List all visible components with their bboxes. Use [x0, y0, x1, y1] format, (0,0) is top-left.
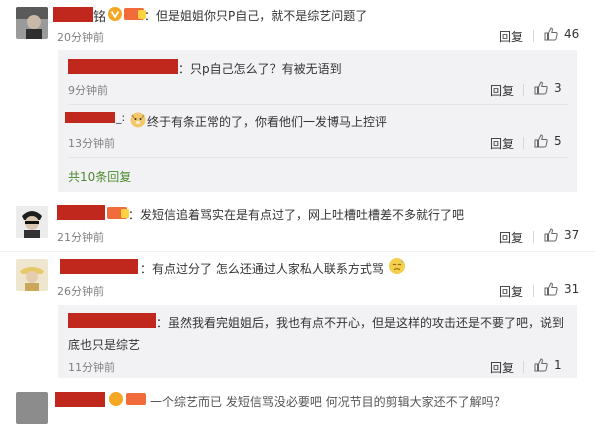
like-button[interactable]: 37: [544, 228, 579, 242]
thumbs-up-icon: [534, 81, 548, 95]
reply-text: 终于有条正常的了，你看他们一发博马上控评: [147, 115, 388, 129]
comment-time: 26分钟前: [57, 285, 104, 298]
like-count: 3: [554, 81, 562, 95]
reply-button[interactable]: 回复: [499, 283, 523, 300]
comment-text: ：发短信追着骂实在是有点过了，网上吐槽吐槽差不多就行了吧: [128, 208, 465, 222]
username-suffix[interactable]: _:: [116, 111, 125, 124]
divider: [523, 361, 524, 373]
comment-time: 20分钟前: [57, 31, 104, 44]
like-button[interactable]: 1: [534, 358, 562, 372]
more-replies-link[interactable]: 共10条回复: [68, 168, 131, 185]
thumbs-up-icon: [544, 27, 558, 41]
divider: [533, 231, 534, 243]
username-redacted[interactable]: [57, 205, 105, 220]
divider: [0, 251, 595, 252]
verified-v-icon: [108, 7, 122, 24]
username-redacted[interactable]: [60, 259, 138, 274]
username-suffix[interactable]: 铭: [93, 6, 106, 25]
like-button[interactable]: 3: [534, 81, 562, 95]
like-count: 37: [564, 228, 580, 242]
doge-emoji-icon: [130, 112, 146, 131]
username-redacted[interactable]: [65, 112, 115, 123]
like-count: 1: [554, 358, 562, 372]
comment-text: ：但是姐姐你只P自己，就不是综艺问题了: [144, 9, 368, 23]
divider: [68, 157, 568, 158]
like-count: 46: [564, 27, 580, 41]
like-button[interactable]: 46: [544, 27, 579, 41]
thumbs-up-icon: [544, 282, 558, 296]
comment-text: ：有点过分了 怎么还通过人家私人联系方式骂: [140, 262, 384, 276]
reply-time: 9分钟前: [68, 84, 108, 97]
member-badge-icon: [126, 392, 148, 409]
reply-button[interactable]: 回复: [499, 28, 523, 45]
divider: [68, 104, 568, 105]
reply-button[interactable]: 回复: [490, 135, 514, 152]
divider: [523, 84, 524, 96]
sweat-emoji-icon: [388, 257, 406, 278]
reply-button[interactable]: 回复: [490, 82, 514, 99]
avatar[interactable]: [16, 392, 48, 424]
avatar[interactable]: [16, 206, 48, 238]
avatar[interactable]: [16, 259, 48, 291]
thumbs-up-icon: [534, 134, 548, 148]
member-badge-icon: [107, 206, 129, 223]
reply-text: ：只p自己怎么了？有被无语到: [178, 62, 342, 76]
reply-time: 13分钟前: [68, 137, 115, 150]
like-count: 31: [564, 282, 580, 296]
member-badge-icon: [124, 7, 146, 24]
divider: [533, 30, 534, 42]
divider: [533, 285, 534, 297]
like-button[interactable]: 5: [534, 134, 562, 148]
reply-button[interactable]: 回复: [490, 359, 514, 376]
comment-text: 一个综艺而已 发短信骂没必要吧 何况节目的剪辑大家还不了解吗？: [150, 395, 506, 409]
username-redacted[interactable]: [68, 59, 178, 74]
avatar[interactable]: [16, 7, 48, 39]
username-redacted[interactable]: [53, 7, 93, 22]
divider: [523, 137, 524, 149]
like-count: 5: [554, 134, 562, 148]
thumbs-up-icon: [544, 228, 558, 242]
like-button[interactable]: 31: [544, 282, 579, 296]
reply-button[interactable]: 回复: [499, 229, 523, 246]
thumbs-up-icon: [534, 358, 548, 372]
username-redacted[interactable]: [68, 313, 156, 328]
verified-v-icon: [109, 392, 123, 409]
comment-time: 21分钟前: [57, 231, 104, 244]
reply-time: 11分钟前: [68, 361, 115, 374]
reply-text-line2: 底也只是综艺: [68, 338, 141, 352]
reply-text-line1: ：虽然我看完姐姐后，我也有点不开心，但是这样的攻击还是不要了吧，说到: [156, 316, 565, 330]
